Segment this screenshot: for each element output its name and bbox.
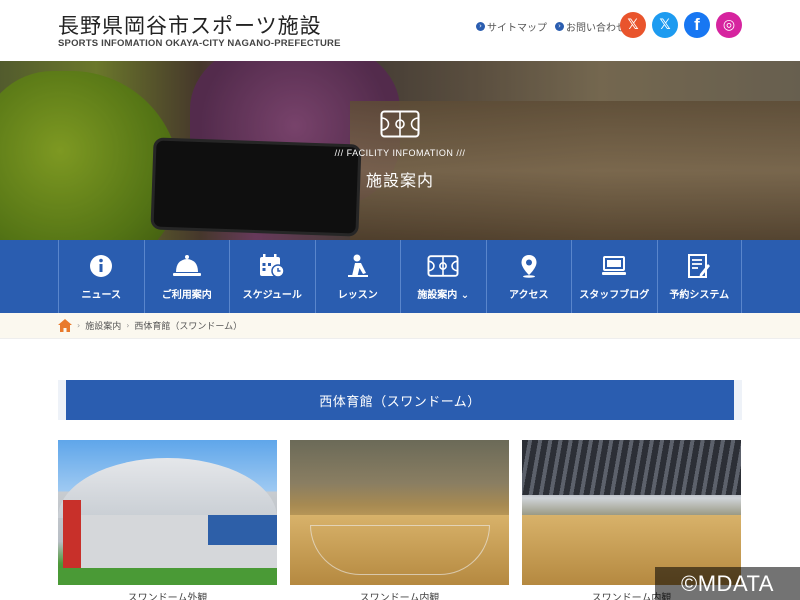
hero-banner: /// FACILITY INFOMATION /// 施設案内 [0, 61, 800, 240]
calendar-icon [259, 253, 285, 279]
twitter-bird-icon[interactable]: 𝕏 [652, 12, 678, 38]
top-links: › サイトマップ › お問い合わせ [476, 19, 626, 34]
nav-item-access[interactable]: アクセス [485, 240, 572, 313]
nav-item-usage[interactable]: ご利用案内 [143, 240, 230, 313]
nav-item-schedule[interactable]: スケジュール [229, 240, 315, 313]
nav-item-facility[interactable]: 施設案内 ⌄ [400, 240, 486, 313]
main-nav: ニュース ご利用案内 スケジュール レッスン 施設案内 ⌄ アクセス スタッフブ… [0, 240, 800, 313]
nav-label: ご利用案内 [161, 290, 212, 301]
hero-kicker: /// FACILITY INFOMATION /// [334, 148, 466, 158]
breadcrumb-separator: › [126, 321, 130, 330]
photo-caption: スワンドーム内観 [359, 593, 440, 600]
hero-title: 施設案内 [365, 171, 434, 190]
sitemap-link-label: サイトマップ [487, 23, 547, 34]
map-pin-icon [520, 253, 538, 279]
nav-item-reservation[interactable]: 予約システム [656, 240, 742, 313]
computer-icon [602, 253, 627, 279]
section-header: 西体育館（スワンドーム） [58, 380, 742, 420]
photo-interior-2[interactable] [522, 440, 741, 585]
home-icon[interactable] [58, 319, 72, 332]
info-icon [89, 253, 113, 279]
breadcrumb-facility-link[interactable]: 施設案内 [85, 319, 121, 332]
nav-label: スタッフブログ [579, 290, 650, 301]
breadcrumb-current: 西体育館（スワンドーム） [134, 322, 243, 332]
contact-link[interactable]: › お問い合わせ [555, 19, 626, 34]
nav-label: 施設案内 ⌄ [417, 290, 470, 301]
site-title[interactable]: 長野県岡谷市スポーツ施設 [58, 10, 322, 40]
lesson-icon [346, 253, 370, 279]
sitemap-link[interactable]: › サイトマップ [476, 19, 547, 34]
court-icon [427, 253, 459, 279]
nav-label: 予約システム [669, 290, 730, 301]
nav-label: アクセス [509, 290, 549, 301]
instagram-icon[interactable]: ◎ [716, 12, 742, 38]
arrow-right-icon: › [555, 22, 564, 31]
breadcrumb: › 施設案内 › 西体育館（スワンドーム） [0, 313, 800, 339]
breadcrumb-separator: › [77, 321, 81, 330]
watermark: ©MDATA [655, 567, 800, 600]
site-subtitle: SPORTS INFOMATION OKAYA-CITY NAGANO-PREF… [58, 38, 341, 49]
nav-item-news[interactable]: ニュース [58, 240, 144, 313]
nav-item-lesson[interactable]: レッスン [314, 240, 401, 313]
hero-kicker-text: FACILITY INFOMATION [346, 148, 454, 158]
chevron-down-icon: ⌄ [457, 290, 470, 301]
contact-link-label: お問い合わせ [566, 23, 626, 34]
photo-caption: スワンドーム外観 [127, 593, 208, 600]
court-icon [380, 110, 420, 138]
nav-item-staff-blog[interactable]: スタッフブログ [571, 240, 657, 313]
section-title: 西体育館（スワンドーム） [319, 395, 481, 410]
nav-label: ニュース [81, 290, 122, 301]
x-icon[interactable]: 𝕏 [620, 12, 646, 38]
site-header: 長野県岡谷市スポーツ施設 SPORTS INFOMATION OKAYA-CIT… [0, 0, 800, 61]
photo-exterior[interactable] [58, 440, 277, 585]
nav-label: スケジュール [242, 290, 302, 301]
nav-label: レッスン [337, 290, 378, 301]
facebook-icon[interactable]: f [684, 12, 710, 38]
reservation-icon [688, 253, 711, 279]
arrow-right-icon: › [476, 22, 485, 31]
photo-interior-1[interactable] [290, 440, 509, 585]
bell-icon [172, 253, 202, 279]
